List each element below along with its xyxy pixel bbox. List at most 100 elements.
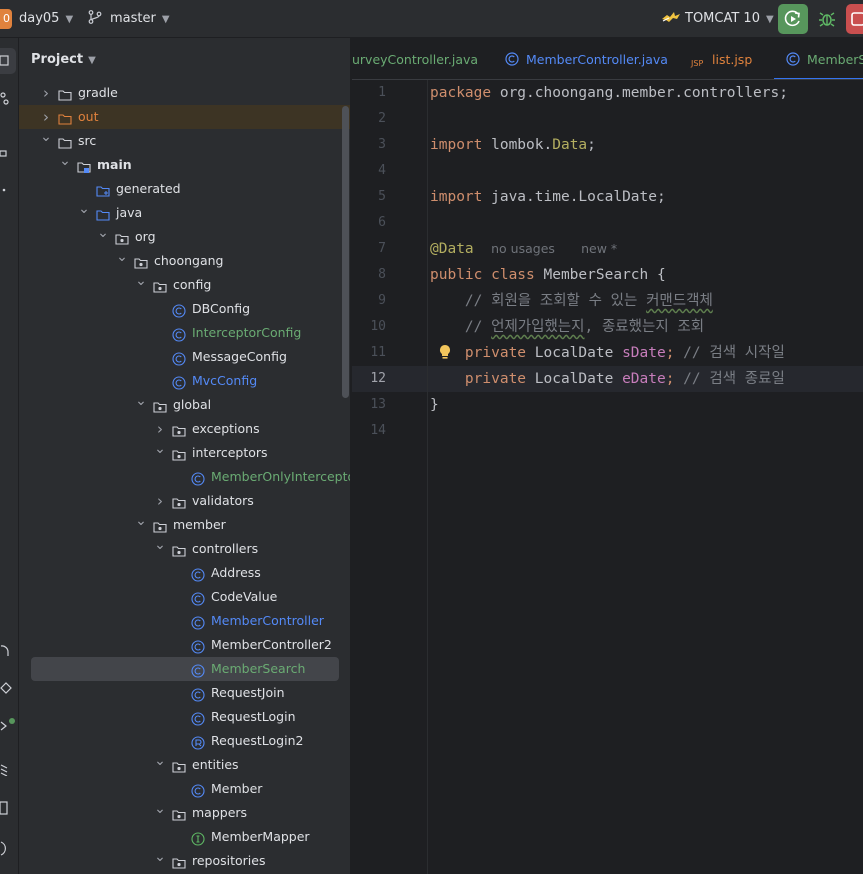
tree-item-global[interactable]: ⌄ global <box>19 393 350 417</box>
tree-item-entities[interactable]: ⌄ entities <box>19 753 350 777</box>
tree-item-validators[interactable]: › validators <box>19 489 350 513</box>
tree-item-requestjoin[interactable]: RequestJoin <box>19 681 350 705</box>
tree-item-gradle[interactable]: › gradle <box>19 81 350 105</box>
class-icon <box>172 302 186 318</box>
tree-item-exceptions[interactable]: › exceptions <box>19 417 350 441</box>
tree-item-out[interactable]: › out <box>19 105 350 129</box>
tree-scrollbar[interactable] <box>342 106 349 398</box>
tree-item-label: MessageConfig <box>192 349 287 364</box>
tree-item-requestlogin2[interactable]: RequestLogin2 <box>19 729 350 753</box>
author-hint[interactable]: new * <box>581 241 617 256</box>
endpoints-icon[interactable] <box>0 680 16 696</box>
tree-item-label: interceptors <box>192 445 268 460</box>
project-switcher[interactable]: day05 ▼ <box>19 10 73 28</box>
chevron-down-icon[interactable]: ⌄ <box>135 269 147 293</box>
chevron-down-icon[interactable]: ⌄ <box>97 221 109 245</box>
tree-item-label: mappers <box>192 805 248 820</box>
tree-item-label: DBConfig <box>192 301 251 316</box>
code-line-9: // 회원을 조회할 수 있는 커맨드객체 <box>430 288 713 314</box>
rerun-icon <box>784 10 800 27</box>
chevron-down-icon[interactable]: ⌄ <box>116 245 128 269</box>
chevron-right-icon[interactable]: › <box>40 81 52 105</box>
tree-item-label: MemberController <box>211 613 324 628</box>
editor-tab[interactable]: MemberController.java <box>505 38 668 79</box>
layers-icon[interactable] <box>0 760 16 776</box>
problems-icon[interactable] <box>0 840 16 856</box>
chevron-down-icon[interactable]: ⌄ <box>59 149 71 173</box>
tree-item-label: main <box>97 157 132 172</box>
commit-icon[interactable] <box>0 90 16 106</box>
run-config-selector[interactable]: TOMCAT 10 ▼ <box>661 10 774 28</box>
services-icon[interactable] <box>0 642 16 658</box>
chevron-down-icon[interactable]: ⌄ <box>78 197 90 221</box>
tree-item-dbconfig[interactable]: DBConfig <box>19 297 350 321</box>
chevron-down-icon[interactable]: ⌄ <box>154 749 166 773</box>
code-line-10: // 언제가입했는지, 종료했는지 조회 <box>430 314 704 340</box>
chevron-down-icon[interactable]: ⌄ <box>135 389 147 413</box>
tree-item-config[interactable]: ⌄ config <box>19 273 350 297</box>
comment: , 종료했는지 조회 <box>584 319 705 335</box>
chevron-down-icon[interactable]: ⌄ <box>135 509 147 533</box>
rerun-button[interactable] <box>778 4 808 34</box>
tree-item-member[interactable]: ⌄ member <box>19 513 350 537</box>
class-icon <box>191 662 205 678</box>
annotation-type: Data <box>552 137 588 153</box>
tree-item-java[interactable]: ⌄ java <box>19 201 350 225</box>
keyword: public class <box>430 267 535 283</box>
tree-item-address[interactable]: Address <box>19 561 350 585</box>
chevron-down-icon[interactable]: ⌄ <box>154 797 166 821</box>
line-number: 14 <box>370 423 386 438</box>
project-panel-title[interactable]: Project ▼ <box>31 52 96 67</box>
tree-item-memberonlyinterceptor[interactable]: MemberOnlyInterceptor <box>19 465 350 489</box>
bug-icon <box>819 12 835 27</box>
tree-item-membersearch[interactable]: MemberSearch <box>31 657 339 681</box>
editor-tab[interactable]: JSP list.jsp <box>691 38 752 79</box>
tree-item-membermapper[interactable]: MemberMapper <box>19 825 350 849</box>
tree-item-member[interactable]: Member <box>19 777 350 801</box>
tree-item-interceptorconfig[interactable]: InterceptorConfig <box>19 321 350 345</box>
line-number: 4 <box>378 163 386 178</box>
code-line-7: @Data no usages new * <box>430 236 617 262</box>
chevron-down-icon[interactable]: ⌄ <box>154 533 166 557</box>
editor-tab-label: MemberSe <box>807 52 863 67</box>
tree-item-messageconfig[interactable]: MessageConfig <box>19 345 350 369</box>
tree-item-label: repositories <box>192 853 266 868</box>
usages-hint[interactable]: no usages <box>491 241 555 256</box>
tree-item-mappers[interactable]: ⌄ mappers <box>19 801 350 825</box>
tree-item-generated[interactable]: generated <box>19 177 350 201</box>
chevron-down-icon[interactable]: ⌄ <box>154 845 166 869</box>
tree-item-membercontroller2[interactable]: MemberController2 <box>19 633 350 657</box>
run-status-icon[interactable] <box>0 718 16 734</box>
stop-button[interactable] <box>846 4 863 34</box>
tree-item-controllers[interactable]: ⌄ controllers <box>19 537 350 561</box>
tree-item-org[interactable]: ⌄ org <box>19 225 350 249</box>
chevron-right-icon[interactable]: › <box>154 489 166 513</box>
tree-item-membercontroller[interactable]: MemberController <box>19 609 350 633</box>
editor-tab-active[interactable]: MemberSe <box>774 38 863 79</box>
debug-button[interactable] <box>812 4 842 34</box>
line-number: 6 <box>378 215 386 230</box>
tree-item-main[interactable]: ⌄ main <box>19 153 350 177</box>
structure-icon[interactable] <box>0 146 16 162</box>
comment: // 검색 종료일 <box>674 371 785 387</box>
tree-item-mvcconfig[interactable]: MvcConfig <box>19 369 350 393</box>
package-icon <box>172 446 186 461</box>
tree-item-label: Address <box>211 565 261 580</box>
tree-item-label: MemberMapper <box>211 829 310 844</box>
tree-item-requestlogin[interactable]: RequestLogin <box>19 705 350 729</box>
tree-item-choongang[interactable]: ⌄ choongang <box>19 249 350 273</box>
project-badge[interactable]: 0 <box>0 9 12 29</box>
terminal-icon[interactable] <box>0 800 16 816</box>
branch-switcher[interactable]: master ▼ <box>88 10 170 28</box>
editor-tab[interactable]: urveyController.java <box>352 38 478 79</box>
code-line-3: import lombok.Data; <box>430 132 596 158</box>
line-number: 5 <box>378 189 386 204</box>
more-icon[interactable] <box>0 182 16 198</box>
chevron-down-icon[interactable]: ⌄ <box>154 437 166 461</box>
tree-item-interceptors[interactable]: ⌄ interceptors <box>19 441 350 465</box>
project-tool-button[interactable] <box>0 48 16 74</box>
keyword: private <box>430 345 527 361</box>
tree-item-repositories[interactable]: ⌄ repositories <box>19 849 350 873</box>
tree-item-codevalue[interactable]: CodeValue <box>19 585 350 609</box>
chevron-down-icon[interactable]: ⌄ <box>40 125 52 149</box>
